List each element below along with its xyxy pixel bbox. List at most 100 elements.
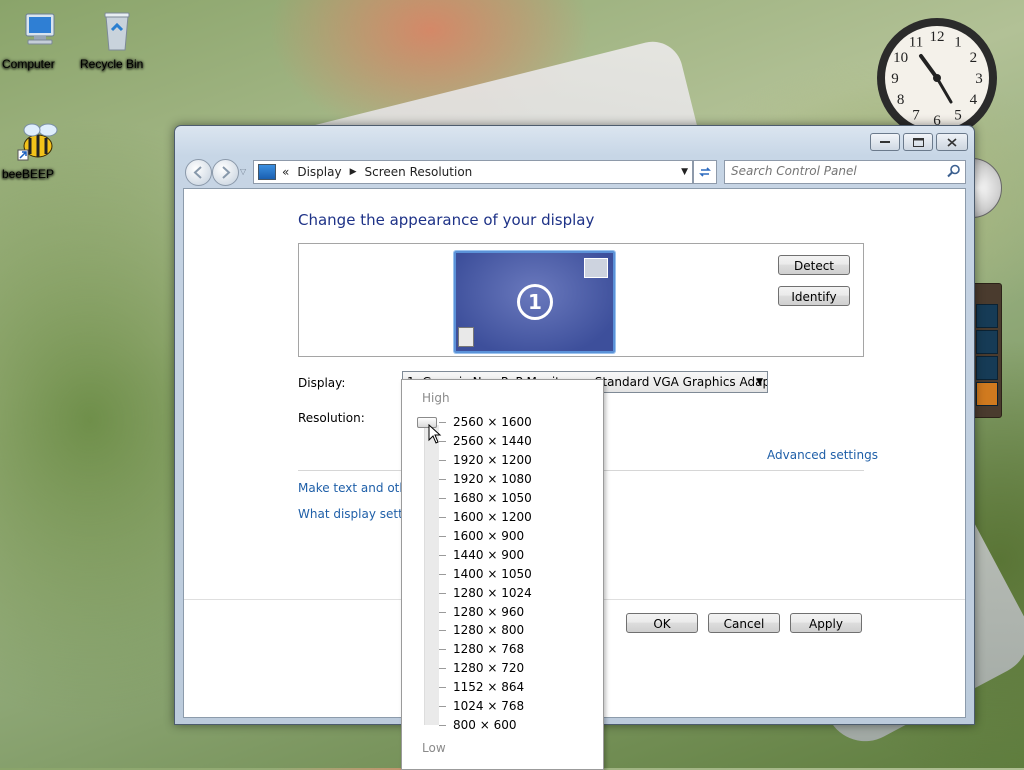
resolution-option[interactable]: 1280 × 1024	[453, 586, 532, 600]
desktop-icon-label: Recycle Bin	[80, 57, 144, 71]
minimize-button[interactable]	[870, 133, 900, 151]
ok-button[interactable]: OK	[626, 613, 698, 633]
resolution-option[interactable]: 1280 × 768	[453, 642, 524, 656]
clock-numeral: 3	[975, 71, 983, 87]
identify-button[interactable]: Identify	[778, 286, 850, 306]
resolution-label: Resolution:	[298, 411, 365, 425]
cancel-button[interactable]: Cancel	[708, 613, 780, 633]
close-button[interactable]	[936, 133, 968, 151]
high-label: High	[422, 391, 450, 405]
slider-tick	[439, 630, 446, 632]
resolution-option[interactable]: 1440 × 900	[453, 548, 524, 562]
restore-icon	[912, 137, 924, 147]
back-arrow-icon	[193, 166, 202, 179]
search-icon[interactable]	[947, 164, 961, 178]
clock-numeral: 7	[912, 107, 920, 123]
resolution-option[interactable]: 1600 × 900	[453, 529, 524, 543]
close-icon	[947, 137, 957, 147]
clock-numeral: 11	[909, 35, 923, 51]
monitor-preview-area: 1 Detect Identify	[298, 243, 864, 357]
resolution-option[interactable]: 1920 × 1200	[453, 453, 532, 467]
slider-tick	[439, 706, 446, 708]
monitor-1-thumbnail[interactable]: 1	[454, 251, 615, 353]
resolution-option[interactable]: 800 × 600	[453, 718, 517, 732]
breadcrumb-display[interactable]: Display	[297, 165, 341, 179]
resolution-option[interactable]: 1600 × 1200	[453, 510, 532, 524]
advanced-settings-link[interactable]: Advanced settings	[767, 448, 878, 462]
resolution-option[interactable]: 1280 × 960	[453, 605, 524, 619]
desktop-icon-label: Computer	[2, 57, 55, 71]
low-label: Low	[422, 741, 446, 755]
clock-numeral: 12	[930, 29, 945, 45]
slider-tick	[439, 478, 446, 480]
recycle-bin-icon	[94, 8, 140, 54]
forward-button[interactable]	[212, 159, 239, 186]
resolution-option[interactable]: 1400 × 1050	[453, 567, 532, 581]
address-dropdown-icon[interactable]: ▼	[681, 167, 688, 177]
resolution-option[interactable]: 1280 × 800	[453, 623, 524, 637]
resolution-dropdown[interactable]: High 2560 × 1600 2560 × 1440 1920 × 1200 19…	[401, 379, 604, 770]
caption-buttons	[870, 133, 968, 151]
breadcrumb-separator-icon[interactable]: ▶	[350, 167, 357, 177]
search-input[interactable]	[725, 161, 931, 181]
clock-numeral: 8	[897, 92, 905, 108]
apply-button[interactable]: Apply	[790, 613, 862, 633]
slider-tick	[439, 592, 446, 594]
slider-tick	[439, 687, 446, 689]
back-button[interactable]	[185, 159, 212, 186]
resolution-option[interactable]: 1280 × 720	[453, 661, 524, 675]
bee-icon	[16, 118, 62, 164]
page-title: Change the appearance of your display	[298, 211, 595, 229]
slider-tick	[439, 422, 446, 423]
computer-icon	[16, 8, 62, 54]
resolution-option[interactable]: 1920 × 1080	[453, 472, 532, 486]
slider-tick	[439, 573, 446, 575]
slider-tick	[439, 459, 446, 461]
forward-arrow-icon	[222, 166, 231, 179]
clock-numeral: 1	[954, 35, 962, 51]
resolution-option[interactable]: 1024 × 768	[453, 699, 524, 713]
mouse-cursor-icon	[428, 424, 442, 444]
detect-button[interactable]: Detect	[778, 255, 850, 275]
breadcrumb-prefix[interactable]: «	[282, 165, 289, 179]
desktop-icon-recycle-bin[interactable]: Recycle Bin	[80, 8, 154, 71]
slider-tick	[439, 516, 446, 518]
display-label: Display:	[298, 376, 346, 390]
resolution-option[interactable]: 1152 × 864	[453, 680, 524, 694]
clock-numeral: 4	[970, 92, 978, 108]
chevron-down-icon: ▼	[756, 377, 763, 387]
refresh-icon	[699, 167, 711, 177]
minimize-icon	[880, 141, 890, 143]
desktop-icon-label: beeBEEP	[2, 167, 55, 181]
clock-face: 12 1234567891011	[877, 18, 997, 138]
address-bar[interactable]: « Display ▶ Screen Resolution ▼	[253, 160, 693, 184]
slider-tick	[439, 649, 446, 651]
refresh-button[interactable]	[693, 160, 717, 184]
resolution-option[interactable]: 2560 × 1600	[453, 415, 532, 429]
slider-tick	[439, 668, 446, 670]
desktop-icon-computer[interactable]: Computer	[2, 8, 76, 71]
clock-numeral: 10	[893, 50, 908, 66]
clock-gadget[interactable]: 12 1 2 3 4 5 6 7 8 9 10 11	[875, 16, 999, 140]
slideshow-gadget[interactable]	[972, 283, 1002, 418]
restore-button[interactable]	[903, 133, 933, 151]
clock-numeral: 2	[970, 50, 978, 66]
resolution-option[interactable]: 2560 × 1440	[453, 434, 532, 448]
slider-tick	[439, 497, 446, 499]
control-panel-icon	[258, 164, 276, 180]
slider-tick	[439, 554, 446, 556]
monitor-number: 1	[517, 284, 553, 320]
recent-pages-chevron-icon[interactable]: ▽	[240, 167, 246, 176]
clock-numeral: 9	[891, 71, 899, 87]
clock-numeral: 5	[954, 107, 962, 123]
slider-tick	[439, 535, 446, 537]
slider-tick	[439, 611, 446, 613]
desktop-icon-beebeep[interactable]: beeBEEP	[2, 118, 76, 181]
resolution-option[interactable]: 1680 × 1050	[453, 491, 532, 505]
resolution-slider-track[interactable]	[424, 425, 439, 725]
navigation-bar: ▽ « Display ▶ Screen Resolution ▼	[183, 159, 966, 186]
gadget-thumbnail-icon	[584, 258, 608, 278]
search-box[interactable]	[724, 160, 966, 184]
desktop-icon-thumbnail-icon	[458, 327, 474, 347]
breadcrumb-screen-resolution[interactable]: Screen Resolution	[365, 165, 473, 179]
